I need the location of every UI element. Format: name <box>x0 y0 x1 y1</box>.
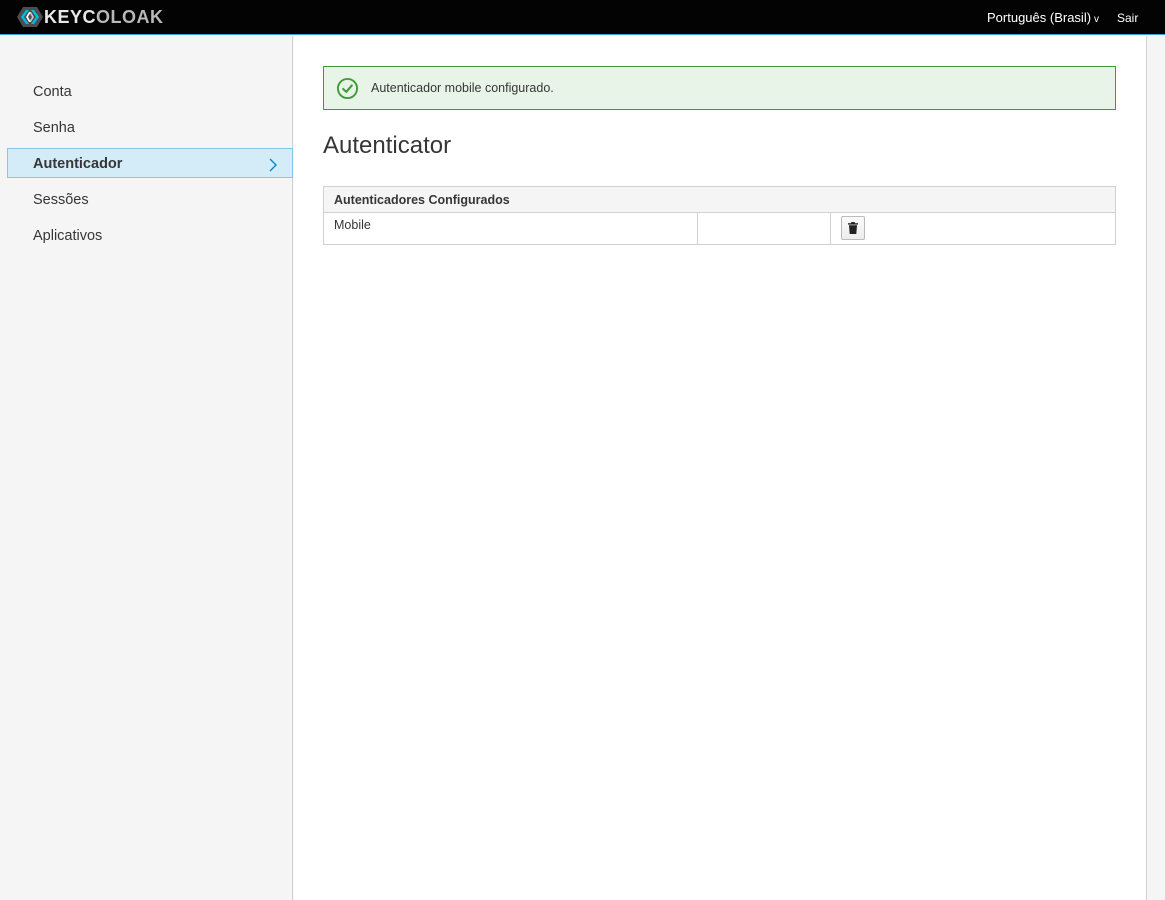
page-title: Autenticator <box>323 132 452 159</box>
action-cell <box>830 212 1116 245</box>
sidebar-item-sessoes[interactable]: Sessões <box>7 184 293 214</box>
top-navbar: KEYCOLOAK Português (Brasil) v Sair <box>0 0 1165 35</box>
sidebar-item-conta[interactable]: Conta <box>7 76 293 106</box>
table-header-row: Autenticadores Configurados <box>323 186 1116 213</box>
chevron-right-icon <box>268 149 278 183</box>
right-gutter <box>1146 36 1165 900</box>
success-alert: Autenticador mobile configurado. <box>323 66 1116 110</box>
trash-icon <box>848 222 858 234</box>
authenticators-table: Autenticadores Configurados Mobile <box>323 186 1116 245</box>
logout-link[interactable]: Sair <box>1117 11 1138 25</box>
table-row: Mobile <box>323 212 1116 245</box>
table-header: Autenticadores Configurados <box>323 186 1116 213</box>
sidebar-item-label: Conta <box>33 84 72 100</box>
check-circle-icon <box>336 77 359 99</box>
alert-message: Autenticador mobile configurado. <box>371 81 554 95</box>
sidebar: Conta Senha Autenticador Sessões Aplicat… <box>0 36 293 900</box>
brand-o: O <box>96 6 111 27</box>
keycloak-logo-icon <box>17 7 43 27</box>
brand-prefix: KEYC <box>44 6 97 27</box>
sidebar-item-label: Aplicativos <box>33 228 103 244</box>
sidebar-item-label: Autenticador <box>33 156 123 172</box>
brand-name: KEYCOLOAK <box>44 7 164 28</box>
keycloak-logo[interactable]: KEYCOLOAK <box>17 6 164 28</box>
brand-suffix: LOAK <box>110 6 164 27</box>
sidebar-item-senha[interactable]: Senha <box>7 112 293 142</box>
sidebar-item-autenticador[interactable]: Autenticador <box>7 148 293 178</box>
delete-button[interactable] <box>841 216 865 240</box>
sidebar-item-aplicativos[interactable]: Aplicativos <box>7 220 293 250</box>
authenticator-extra <box>697 212 831 245</box>
language-dropdown[interactable]: Português (Brasil) v <box>987 10 1099 25</box>
language-label: Português (Brasil) <box>987 10 1092 25</box>
authenticator-name: Mobile <box>323 212 698 245</box>
main-content: Autenticador mobile configurado. Autenti… <box>294 36 1146 900</box>
sidebar-item-label: Sessões <box>33 192 89 208</box>
sidebar-item-label: Senha <box>33 120 75 136</box>
sidebar-nav: Conta Senha Autenticador Sessões Aplicat… <box>7 76 293 256</box>
chevron-down-icon: v <box>1094 14 1100 25</box>
